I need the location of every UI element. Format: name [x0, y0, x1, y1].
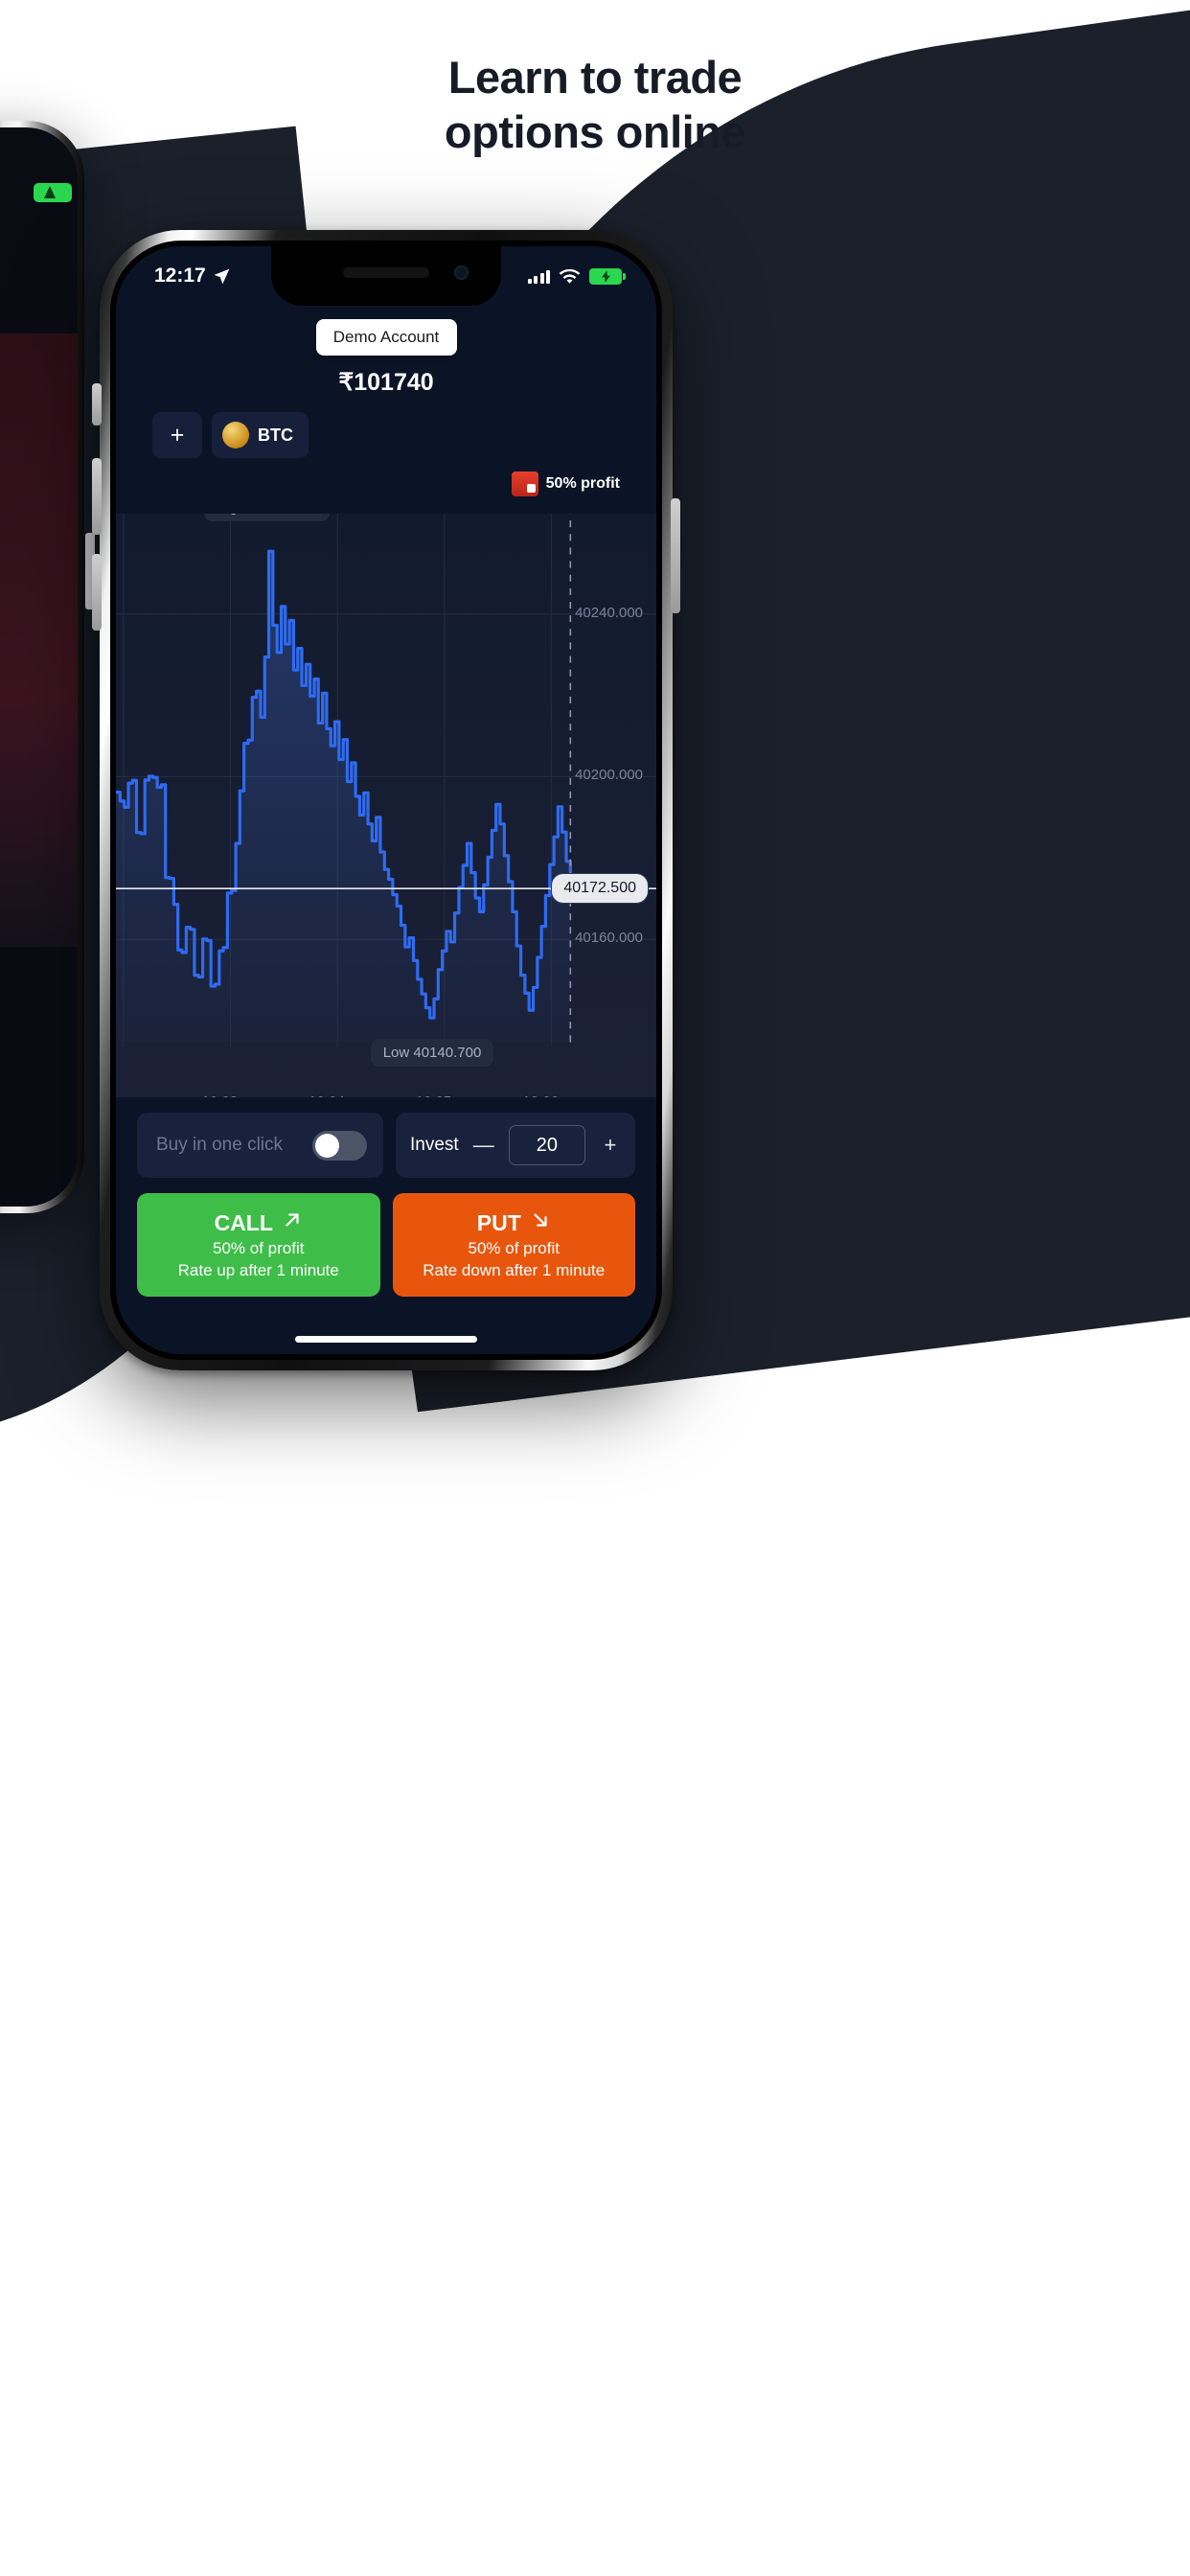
- account-balance: ₹101740: [338, 369, 434, 396]
- arrow-up-right-icon: [282, 1209, 303, 1236]
- background-white-bottom: [0, 1274, 1190, 2576]
- bitcoin-coin-icon: [222, 422, 249, 448]
- add-asset-button[interactable]: +: [152, 412, 202, 458]
- secondary-phone-content: [0, 334, 78, 947]
- y-axis-label-1: 40200.000: [575, 767, 643, 784]
- chart-area: [116, 551, 571, 1042]
- put-button[interactable]: PUT 50% of profit Rate down after 1 minu…: [392, 1193, 635, 1297]
- invest-increment-button[interactable]: +: [600, 1133, 621, 1158]
- status-bar-time: 12:17: [154, 264, 206, 287]
- asset-chip-btc[interactable]: BTC: [212, 412, 309, 458]
- phone-volume-down-button: [92, 554, 102, 631]
- call-button-title: CALL: [214, 1209, 273, 1235]
- y-axis-label-0: 40240.000: [575, 604, 643, 621]
- call-button-title-row: CALL: [215, 1209, 303, 1236]
- put-button-profit: 50% of profit: [468, 1239, 560, 1257]
- app-header: Demo Account ₹101740 + BTC 50% profit: [116, 306, 656, 514]
- secondary-battery-icon: [34, 183, 72, 202]
- asset-chip-label: BTC: [258, 425, 293, 445]
- page-title: Learn to trade options online: [0, 50, 1190, 160]
- chart-current-price-label: 40172.500: [551, 873, 649, 905]
- phone-notch: [271, 246, 501, 306]
- trade-panel: Buy in one click Invest — 20 + CALL 50% …: [116, 1097, 656, 1354]
- secondary-phone-mockup: [0, 121, 95, 1213]
- price-chart-svg: [116, 507, 656, 1047]
- call-button-hint: Rate up after 1 minute: [177, 1261, 339, 1279]
- chart-low-label: Low 40140.700: [370, 1039, 494, 1068]
- phone-bezel: 12:17 Demo Account ₹101740 + BTC 50% pro…: [110, 241, 662, 1360]
- status-bar-right: [527, 267, 626, 285]
- call-button-profit: 50% of profit: [213, 1239, 305, 1257]
- invest-decrement-button[interactable]: —: [473, 1133, 494, 1158]
- earpiece-speaker: [343, 267, 429, 278]
- put-button-title: PUT: [476, 1209, 521, 1235]
- y-axis-label-2: 40160.000: [575, 930, 643, 947]
- secondary-phone-screen: [0, 127, 78, 1207]
- buy-in-one-click-toggle[interactable]: Buy in one click: [137, 1113, 383, 1178]
- page-title-line2: options online: [444, 106, 746, 158]
- trade-buttons-row: CALL 50% of profit Rate up after 1 minut…: [137, 1193, 635, 1297]
- wifi-icon: [559, 268, 581, 285]
- call-button[interactable]: CALL 50% of profit Rate up after 1 minut…: [137, 1193, 380, 1297]
- phone-mockup: 12:17 Demo Account ₹101740 + BTC 50% pro…: [100, 230, 673, 1370]
- put-button-hint: Rate down after 1 minute: [423, 1261, 606, 1279]
- home-indicator[interactable]: [295, 1336, 477, 1343]
- buy-in-one-click-label: Buy in one click: [156, 1135, 284, 1155]
- page-title-line1: Learn to trade: [447, 52, 743, 103]
- battery-charging-icon: [589, 267, 626, 285]
- price-chart[interactable]: 40240.000 40200.000 40160.000 High 40255…: [116, 507, 656, 1097]
- toggle-switch[interactable]: [312, 1130, 367, 1161]
- arrow-down-right-icon: [530, 1209, 551, 1236]
- status-bar-left: 12:17: [154, 264, 231, 288]
- front-camera-icon: [454, 265, 469, 280]
- cellular-signal-icon: [527, 269, 550, 284]
- trade-controls-row: Buy in one click Invest — 20 +: [137, 1113, 635, 1178]
- demo-account-button[interactable]: Demo Account: [315, 319, 457, 356]
- put-button-title-row: PUT: [477, 1209, 551, 1236]
- invest-amount-input[interactable]: 20: [508, 1125, 585, 1165]
- phone-mute-switch: [92, 383, 102, 426]
- profit-badge: 50% profit: [116, 472, 656, 504]
- phone-screen: 12:17 Demo Account ₹101740 + BTC 50% pro…: [116, 246, 656, 1354]
- asset-selector-row: + BTC: [116, 412, 656, 458]
- payout-wallet-icon: [511, 472, 538, 496]
- phone-volume-up-button: [92, 458, 102, 535]
- profit-badge-label: 50% profit: [545, 475, 620, 492]
- toggle-knob: [315, 1133, 339, 1158]
- invest-label: Invest: [410, 1135, 459, 1155]
- location-arrow-icon: [213, 267, 231, 286]
- invest-stepper: Invest — 20 +: [396, 1113, 635, 1178]
- phone-power-button: [671, 498, 680, 613]
